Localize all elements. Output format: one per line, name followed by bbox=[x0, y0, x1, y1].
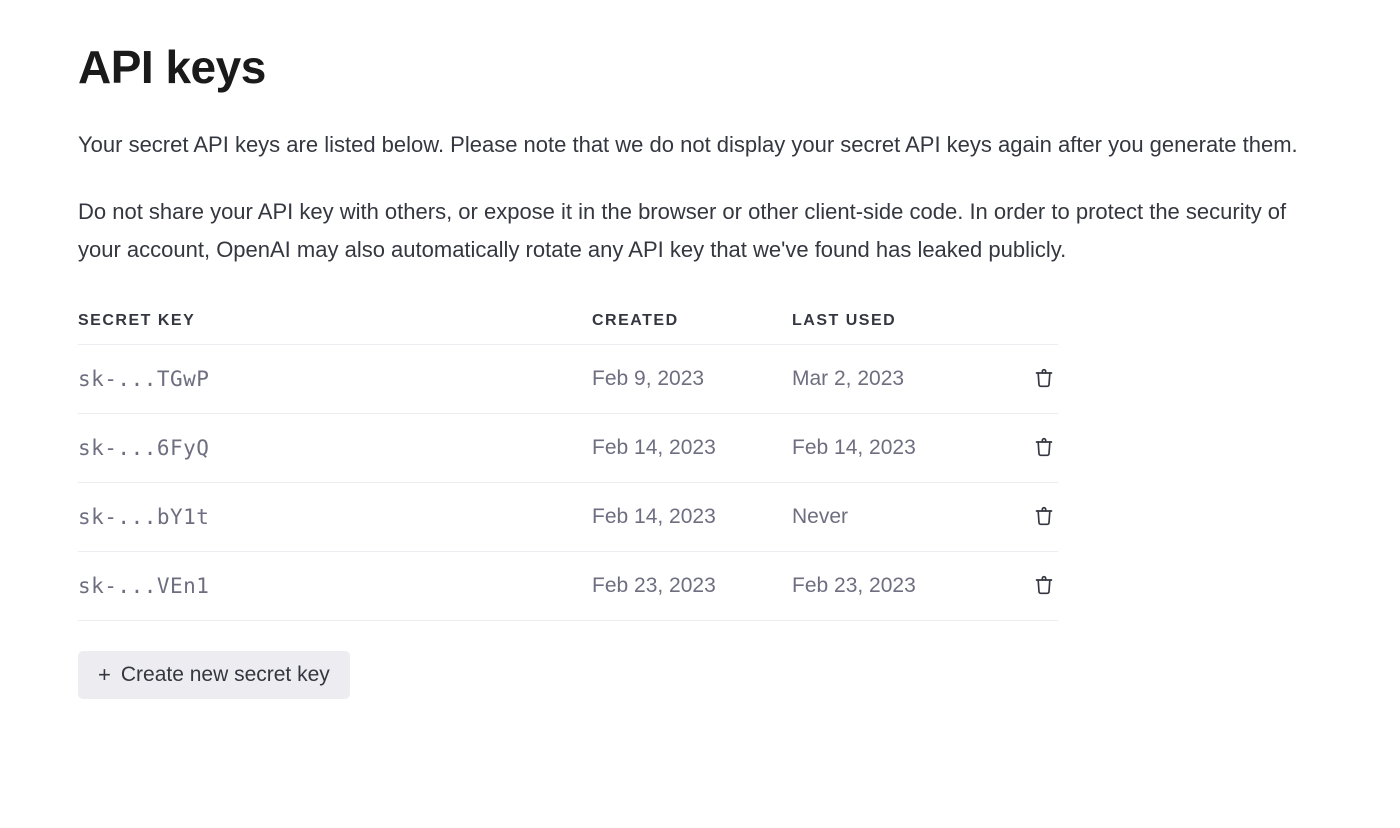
table-row: sk-...bY1tFeb 14, 2023Never bbox=[78, 482, 1058, 551]
cell-secret-key: sk-...6FyQ bbox=[78, 413, 592, 482]
cell-created: Feb 23, 2023 bbox=[592, 551, 792, 620]
delete-key-button[interactable] bbox=[1030, 570, 1058, 600]
api-keys-table: SECRET KEY CREATED LAST USED sk-...TGwPF… bbox=[78, 298, 1058, 621]
table-row: sk-...VEn1Feb 23, 2023Feb 23, 2023 bbox=[78, 551, 1058, 620]
header-secret-key: SECRET KEY bbox=[78, 298, 592, 345]
cell-actions bbox=[1008, 482, 1058, 551]
header-last-used: LAST USED bbox=[792, 298, 1008, 345]
description-paragraph-1: Your secret API keys are listed below. P… bbox=[78, 126, 1322, 165]
create-secret-key-button[interactable]: + Create new secret key bbox=[78, 651, 350, 699]
header-created: CREATED bbox=[592, 298, 792, 345]
cell-last-used: Feb 23, 2023 bbox=[792, 551, 1008, 620]
cell-secret-key: sk-...TGwP bbox=[78, 344, 592, 413]
cell-last-used: Mar 2, 2023 bbox=[792, 344, 1008, 413]
delete-key-button[interactable] bbox=[1030, 432, 1058, 462]
cell-actions bbox=[1008, 551, 1058, 620]
cell-last-used: Never bbox=[792, 482, 1008, 551]
trash-icon bbox=[1034, 584, 1054, 599]
api-keys-page: API keys Your secret API keys are listed… bbox=[0, 0, 1400, 759]
delete-key-button[interactable] bbox=[1030, 363, 1058, 393]
cell-created: Feb 9, 2023 bbox=[592, 344, 792, 413]
cell-actions bbox=[1008, 344, 1058, 413]
description-paragraph-2: Do not share your API key with others, o… bbox=[78, 193, 1322, 270]
cell-created: Feb 14, 2023 bbox=[592, 482, 792, 551]
delete-key-button[interactable] bbox=[1030, 501, 1058, 531]
table-row: sk-...TGwPFeb 9, 2023Mar 2, 2023 bbox=[78, 344, 1058, 413]
trash-icon bbox=[1034, 377, 1054, 392]
cell-secret-key: sk-...bY1t bbox=[78, 482, 592, 551]
plus-icon: + bbox=[98, 664, 111, 686]
cell-last-used: Feb 14, 2023 bbox=[792, 413, 1008, 482]
header-actions bbox=[1008, 298, 1058, 345]
cell-actions bbox=[1008, 413, 1058, 482]
table-header-row: SECRET KEY CREATED LAST USED bbox=[78, 298, 1058, 345]
create-button-label: Create new secret key bbox=[121, 663, 330, 687]
page-title: API keys bbox=[78, 40, 1322, 94]
trash-icon bbox=[1034, 446, 1054, 461]
table-row: sk-...6FyQFeb 14, 2023Feb 14, 2023 bbox=[78, 413, 1058, 482]
cell-created: Feb 14, 2023 bbox=[592, 413, 792, 482]
cell-secret-key: sk-...VEn1 bbox=[78, 551, 592, 620]
trash-icon bbox=[1034, 515, 1054, 530]
